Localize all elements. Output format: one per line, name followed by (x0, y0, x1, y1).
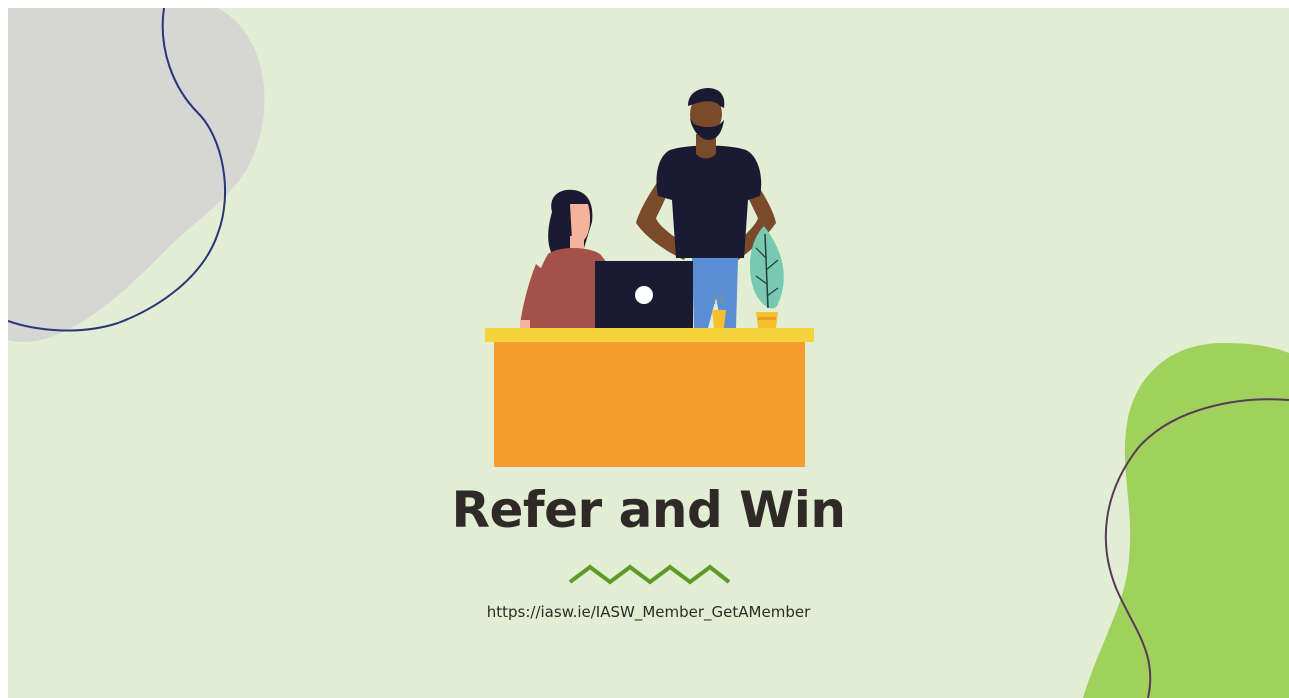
zigzag-divider-icon (568, 564, 731, 585)
office-illustration (485, 88, 814, 467)
refer-and-win-slide: Refer and Win https://iasw.ie/IASW_Membe… (8, 8, 1289, 698)
plant-pot-icon (749, 226, 784, 328)
laptop-icon (595, 261, 693, 329)
desk-shape (485, 328, 814, 467)
slide-title: Refer and Win (451, 481, 846, 539)
woman-sitting-figure (520, 189, 608, 329)
referral-url-link[interactable]: https://iasw.ie/IASW_Member_GetAMember (8, 601, 1289, 623)
